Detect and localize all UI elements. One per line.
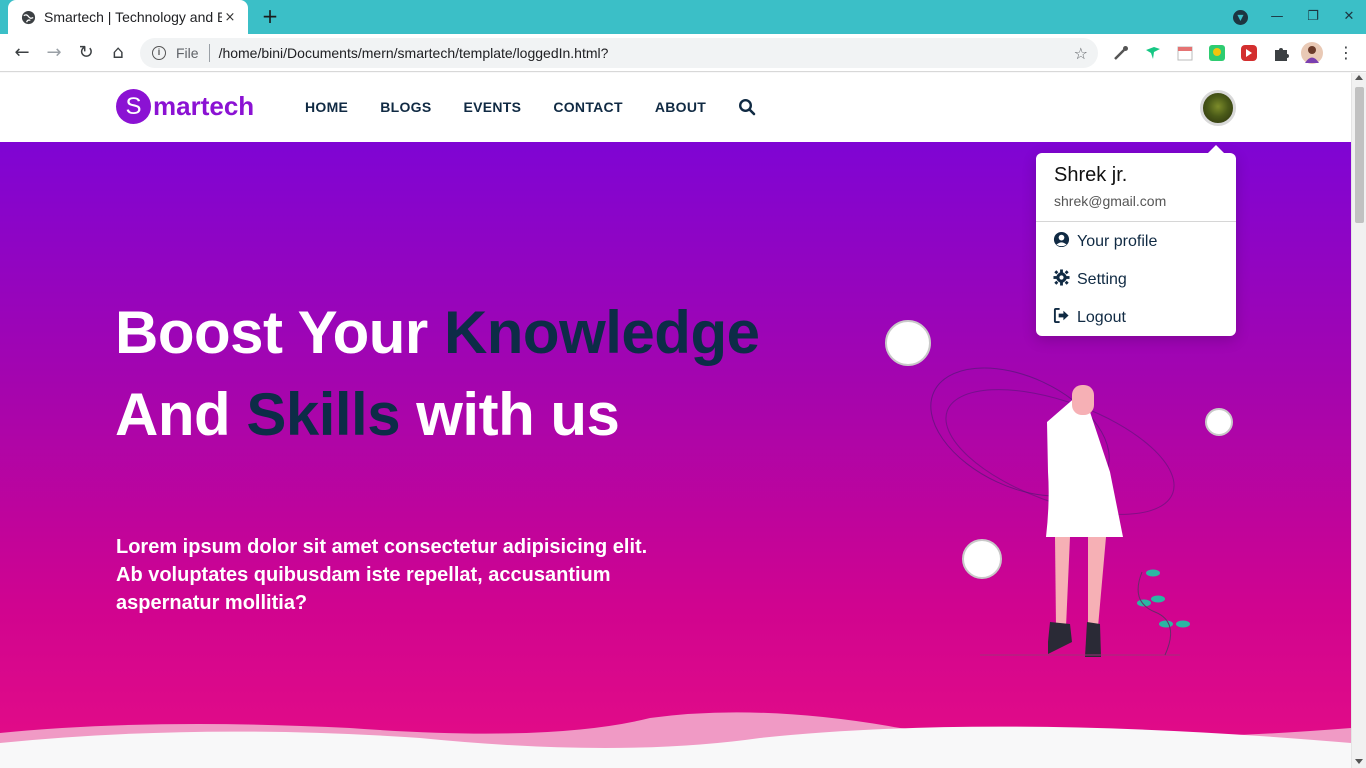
menu-item-label: Your profile [1077, 233, 1158, 250]
close-window-icon[interactable]: ✕ [1342, 6, 1356, 28]
user-name: Shrek jr. [1054, 164, 1128, 186]
reload-icon[interactable]: ↻ [74, 41, 98, 65]
scrollbar-thumb[interactable] [1355, 87, 1364, 223]
logo-text: martech [153, 91, 255, 121]
browser-toolbar: ← → ↻ ⌂ i File /home/bini/Documents/mern… [0, 34, 1366, 72]
logo-initial: S [116, 89, 151, 124]
green-extension-icon[interactable] [1206, 42, 1228, 64]
hero-description: Lorem ipsum dolor sit amet consectetur a… [116, 536, 648, 614]
address-scheme-label: File [176, 45, 199, 61]
page-scrollbar[interactable] [1351, 73, 1366, 768]
main-nav: HOME BLOGS EVENTS CONTACT ABOUT [305, 98, 756, 116]
hero-line1-b: Knowledge [443, 299, 760, 366]
menu-item-label: Setting [1077, 271, 1127, 288]
dropdown-caret [1208, 145, 1224, 153]
nav-contact[interactable]: CONTACT [553, 99, 623, 115]
web-page: S martech HOME BLOGS EVENTS CONTACT ABOU… [0, 73, 1351, 768]
user-dropdown-menu: Shrek jr. shrek@gmail.com Your profile S… [1036, 145, 1236, 336]
hero-illustration [885, 320, 1233, 657]
back-arrow-icon[interactable]: ← [10, 41, 34, 65]
extensions-puzzle-icon[interactable] [1270, 42, 1292, 64]
bookmark-star-icon[interactable]: ☆ [1074, 44, 1088, 63]
tab-title: Smartech | Technology and Education [44, 9, 222, 25]
new-tab-button[interactable]: + [258, 6, 282, 28]
profile-avatar[interactable] [1301, 42, 1323, 64]
hero-wave [0, 712, 1351, 768]
calendar-extension-icon[interactable] [1174, 42, 1196, 64]
scroll-down-arrow-icon[interactable] [1355, 759, 1363, 764]
nav-blogs[interactable]: BLOGS [380, 99, 431, 115]
browser-menu-icon[interactable]: ⋮ [1334, 41, 1358, 65]
sign-out-icon [1053, 307, 1070, 329]
hero-line1-a: Boost Your [115, 299, 444, 366]
hummingbird-extension-icon[interactable] [1142, 42, 1164, 64]
nav-about[interactable]: ABOUT [655, 99, 706, 115]
hero-line2-c: with us [400, 381, 620, 448]
user-avatar[interactable] [1200, 90, 1236, 126]
menu-item-setting[interactable]: Setting [1053, 269, 1127, 291]
close-tab-icon[interactable]: × [222, 9, 238, 25]
url-text[interactable]: /home/bini/Documents/mern/smartech/templ… [219, 45, 1074, 61]
forward-arrow-icon[interactable]: → [42, 41, 66, 65]
info-icon[interactable]: i [152, 46, 166, 60]
window-controls: ▼ — ❐ ✕ [1233, 6, 1356, 28]
menu-item-label: Logout [1077, 309, 1126, 326]
site-header: S martech HOME BLOGS EVENTS CONTACT ABOU… [0, 73, 1351, 142]
user-circle-icon [1053, 231, 1070, 253]
hero-line2-b: Skills [246, 381, 401, 448]
dropdown-divider [1036, 221, 1236, 222]
minimize-icon[interactable]: — [1270, 6, 1284, 28]
browser-tab[interactable]: Smartech | Technology and Education × [8, 0, 248, 34]
eyedropper-extension-icon[interactable] [1110, 42, 1132, 64]
globe-icon [20, 9, 36, 25]
tab-search-icon[interactable]: ▼ [1233, 9, 1248, 25]
hero-line2-a: And [115, 381, 247, 448]
address-separator [208, 44, 210, 62]
nav-events[interactable]: EVENTS [463, 99, 521, 115]
red-extension-icon[interactable] [1238, 42, 1260, 64]
site-logo[interactable]: S martech [116, 89, 254, 124]
restore-icon[interactable]: ❐ [1306, 6, 1320, 28]
menu-item-your-profile[interactable]: Your profile [1053, 231, 1157, 253]
scroll-up-arrow-icon[interactable] [1355, 75, 1363, 80]
nav-home[interactable]: HOME [305, 99, 348, 115]
menu-item-logout[interactable]: Logout [1053, 307, 1126, 329]
browser-tab-strip: Smartech | Technology and Education × + … [0, 0, 1366, 34]
gear-icon [1053, 269, 1070, 291]
search-icon[interactable] [738, 98, 756, 116]
home-icon[interactable]: ⌂ [106, 41, 130, 65]
user-email: shrek@gmail.com [1054, 193, 1167, 209]
address-bar[interactable]: i File /home/bini/Documents/mern/smartec… [140, 38, 1098, 68]
hero-heading: Boost Your Knowledge And Skills with us [115, 292, 760, 456]
